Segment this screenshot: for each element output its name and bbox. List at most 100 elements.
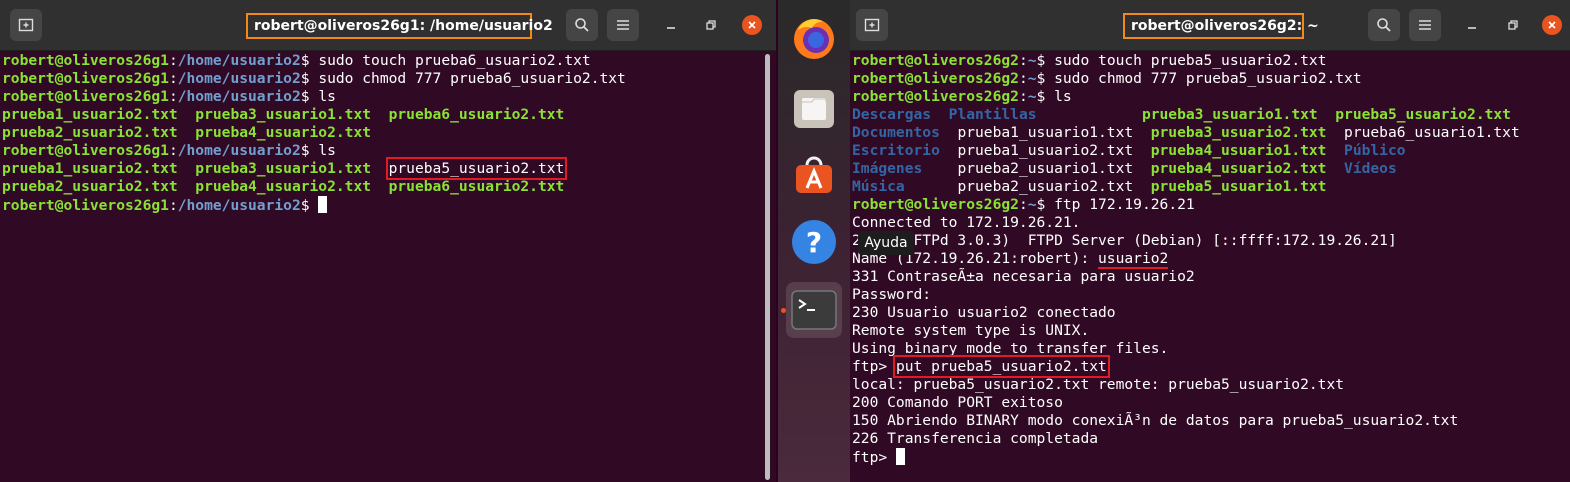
terminal-text: prueba2_usuario2.txt (2, 178, 196, 195)
terminal-line: Descargas Plantillas prueba3_usuario1.tx… (852, 106, 1560, 124)
minimize-button[interactable] (659, 13, 683, 37)
terminal-text: 331 ContraseÃ±a necesaria para usuario2 (852, 268, 1195, 285)
terminal-text: $ ls (300, 88, 336, 105)
search-button[interactable] (1368, 9, 1400, 41)
terminal-text: $ sudo touch prueba5_usuario2.txt (1036, 52, 1327, 69)
terminal-line: robert@oliveros26g1:/home/usuario2$ ls (2, 88, 766, 106)
terminal-line: 150 Abriendo BINARY modo conexiÃ³n de da… (852, 412, 1560, 430)
files-icon (794, 90, 834, 128)
terminal-text: : (168, 52, 178, 69)
terminal-text: prueba1_usuario2.txt (957, 142, 1151, 159)
minimize-icon (1468, 27, 1476, 29)
terminal-line: Password: (852, 286, 1560, 304)
terminal-line: robert@oliveros26g2:~$ ftp 172.19.26.21 (852, 196, 1560, 214)
dock-tooltip: Ayuda (858, 231, 914, 255)
terminal-line: prueba2_usuario2.txt prueba4_usuario2.tx… (2, 124, 766, 142)
terminal-text: : (1018, 196, 1028, 213)
terminal-line: 331 ContraseÃ±a necesaria para usuario2 (852, 268, 1560, 286)
terminal-line: prueba2_usuario2.txt prueba4_usuario2.tx… (2, 178, 766, 196)
terminal-window-2[interactable]: robert@oliveros26g2: ~ robert@oliveros26… (850, 0, 1570, 482)
dock-item-software[interactable] (786, 146, 842, 202)
terminal-line: ftp> put prueba5_usuario2.txt (852, 355, 1560, 378)
terminal-text: $ sudo touch prueba6_usuario2.txt (300, 52, 591, 69)
terminal-text: ~ (1027, 88, 1037, 105)
help-icon: ? (792, 220, 836, 264)
terminal-text: /home/usuario2 (177, 52, 301, 69)
menu-button[interactable] (607, 9, 639, 41)
terminal-text: local: prueba5_usuario2.txt remote: prue… (852, 376, 1345, 393)
terminal-icon (791, 290, 837, 330)
terminal-text: ~ (1027, 52, 1037, 69)
dock-item-files[interactable] (786, 80, 842, 136)
dock-item-help[interactable]: ? (786, 214, 842, 270)
terminal-text: Imágenes (852, 160, 958, 177)
terminal-line: robert@oliveros26g1:/home/usuario2$ (2, 196, 766, 214)
terminal-text: Música (852, 178, 958, 195)
terminal-text: prueba4_usuario2.txt (195, 178, 389, 195)
new-tab-icon (18, 18, 34, 32)
terminal-text: prueba2_usuario1.txt (957, 160, 1151, 177)
scrollbar[interactable] (763, 50, 771, 482)
terminal-text: robert@oliveros26g1 (2, 142, 169, 159)
menu-button[interactable] (1409, 9, 1441, 41)
terminal-text: prueba3_usuario1.txt (1141, 106, 1336, 123)
terminal-line: robert@oliveros26g1:/home/usuario2$ ls (2, 142, 766, 160)
scrollbar-thumb[interactable] (765, 54, 770, 480)
terminal-text: : (1018, 52, 1028, 69)
maximize-button[interactable] (1501, 13, 1525, 37)
search-icon (1377, 18, 1391, 32)
terminal-line: Música prueba2_usuario2.txt prueba5_usua… (852, 178, 1560, 196)
terminal-text: 200 Comando PORT exitoso (852, 394, 1063, 411)
window-title: robert@oliveros26g2: ~ (1123, 13, 1319, 39)
search-icon (575, 18, 589, 32)
dock-item-terminal[interactable] (786, 282, 842, 338)
terminal-output[interactable]: robert@oliveros26g1:/home/usuario2$ sudo… (2, 52, 766, 214)
terminal-text: prueba4_usuario1.txt (1150, 142, 1345, 159)
terminal-text: prueba2_usuario2.txt (957, 178, 1151, 195)
terminal-text: prueba1_usuario2.txt (2, 160, 196, 177)
terminal-text: /home/usuario2 (177, 142, 301, 159)
minimize-icon (667, 27, 675, 29)
terminal-text: 226 Transferencia completada (852, 430, 1099, 447)
terminal-text: : (168, 142, 178, 159)
terminal-text: /home/usuario2 (177, 197, 301, 214)
minimize-button[interactable] (1460, 13, 1484, 37)
terminal-output[interactable]: robert@oliveros26g2:~$ sudo touch prueba… (852, 52, 1560, 466)
titlebar[interactable]: robert@oliveros26g1: /home/usuario2 (0, 0, 776, 51)
terminal-text: prueba5_usuario2.txt (1335, 106, 1511, 123)
close-icon (748, 21, 756, 29)
terminal-text: prueba2_usuario2.txt (2, 124, 196, 141)
terminal-text: Escritorio (852, 142, 958, 159)
terminal-window-1[interactable]: robert@oliveros26g1: /home/usuario2 robe… (0, 0, 776, 482)
close-icon (1548, 21, 1556, 29)
terminal-text: robert@oliveros26g2 (852, 88, 1019, 105)
terminal-text: Plantillas (948, 106, 1142, 123)
terminal-text: robert@oliveros26g1 (2, 70, 169, 87)
dock-item-firefox[interactable] (786, 10, 842, 66)
terminal-text: prueba3_usuario1.txt (195, 106, 389, 123)
terminal-text: /home/usuario2 (177, 70, 301, 87)
new-tab-button[interactable] (856, 9, 888, 41)
dock: ? (778, 0, 850, 482)
search-button[interactable] (566, 9, 598, 41)
close-button[interactable] (1542, 15, 1562, 35)
terminal-text: Documentos (852, 124, 958, 141)
terminal-text: ~ (1027, 196, 1037, 213)
terminal-text: robert@oliveros26g1 (2, 88, 169, 105)
terminal-line: 200 Comando PORT exitoso (852, 394, 1560, 412)
terminal-text: ~ (1027, 70, 1037, 87)
new-tab-button[interactable] (10, 9, 42, 41)
terminal-text: prueba6_usuario2.txt (388, 178, 565, 195)
titlebar[interactable]: robert@oliveros26g2: ~ (850, 0, 1570, 51)
maximize-button[interactable] (699, 13, 723, 37)
new-tab-icon (864, 18, 880, 32)
terminal-line: 226 Transferencia completada (852, 430, 1560, 448)
text-cursor (895, 448, 905, 465)
close-button[interactable] (742, 15, 762, 35)
terminal-text: prueba4_usuario2.txt (1150, 160, 1345, 177)
terminal-text: : (168, 70, 178, 87)
text-cursor (318, 196, 328, 213)
terminal-text: Vídeos (1344, 160, 1397, 177)
terminal-line: robert@oliveros26g2:~$ sudo chmod 777 pr… (852, 70, 1560, 88)
terminal-text: Connected to 172.19.26.21. (852, 214, 1081, 231)
